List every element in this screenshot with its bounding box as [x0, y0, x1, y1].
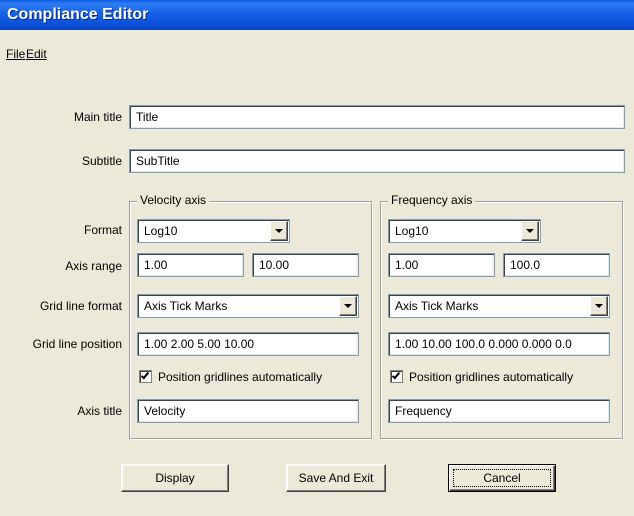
save-and-exit-button[interactable]: Save And Exit [286, 464, 386, 492]
menu-file[interactable]: File [6, 47, 25, 61]
frequency-axis-legend: Frequency axis [388, 193, 476, 207]
grid-line-format-label: Grid line format [39, 299, 122, 313]
frequency-format-value: Log10 [395, 224, 429, 238]
frequency-range-min-input[interactable]: 1.00 [388, 253, 495, 277]
velocity-auto-gridlines-label: Position gridlines automatically [158, 370, 323, 384]
checkmark-icon [140, 370, 150, 380]
display-button[interactable]: Display [121, 464, 229, 492]
save-and-exit-button-label: Save And Exit [298, 471, 374, 485]
velocity-format-value: Log10 [144, 224, 178, 238]
velocity-axis-legend: Velocity axis [137, 193, 210, 207]
menu-bar: File Edit [0, 44, 634, 66]
chevron-down-icon [275, 229, 283, 233]
cancel-button[interactable]: Cancel [448, 464, 556, 492]
velocity-range-max-input[interactable]: 10.00 [252, 253, 359, 277]
frequency-format-select[interactable]: Log10 [388, 219, 541, 243]
grid-line-position-label: Grid line position [32, 337, 122, 351]
display-button-label: Display [155, 471, 195, 485]
subtitle-input[interactable]: SubTitle [129, 149, 625, 173]
velocity-grid-format-value: Axis Tick Marks [144, 299, 228, 313]
velocity-grid-position-input[interactable]: 1.00 2.00 5.00 10.00 [137, 332, 359, 356]
format-label: Format [83, 223, 122, 237]
frequency-grid-format-value: Axis Tick Marks [395, 299, 479, 313]
velocity-axis-title-input[interactable]: Velocity [137, 399, 359, 423]
main-title-input[interactable]: Title [129, 105, 625, 129]
frequency-grid-format-select[interactable]: Axis Tick Marks [388, 294, 610, 318]
velocity-auto-gridlines-checkbox[interactable]: Position gridlines automatically [139, 370, 322, 384]
checkbox-icon [390, 370, 403, 383]
subtitle-label: Subtitle [81, 154, 122, 168]
velocity-range-min-input[interactable]: 1.00 [137, 253, 244, 277]
menu-edit[interactable]: Edit [26, 47, 47, 61]
frequency-grid-format-dropdown-button[interactable] [590, 296, 608, 316]
chevron-down-icon [526, 229, 534, 233]
window-title: Compliance Editor [0, 0, 634, 30]
velocity-format-select[interactable]: Log10 [137, 219, 290, 243]
chevron-down-icon [595, 304, 603, 308]
menu-edit-label: Edit [26, 47, 47, 61]
velocity-format-dropdown-button[interactable] [270, 221, 288, 241]
menu-file-label: File [6, 47, 26, 61]
frequency-auto-gridlines-label: Position gridlines automatically [409, 370, 574, 384]
velocity-grid-format-dropdown-button[interactable] [339, 296, 357, 316]
frequency-range-max-input[interactable]: 100.0 [503, 253, 610, 277]
velocity-grid-format-select[interactable]: Axis Tick Marks [137, 294, 359, 318]
chevron-down-icon [344, 304, 352, 308]
cancel-button-label: Cancel [483, 471, 521, 485]
frequency-format-dropdown-button[interactable] [521, 221, 539, 241]
axis-title-label: Axis title [77, 404, 122, 418]
main-title-label: Main title [73, 110, 122, 124]
checkbox-icon [139, 370, 152, 383]
axis-range-label: Axis range [65, 259, 122, 273]
checkmark-icon [391, 370, 401, 380]
frequency-auto-gridlines-checkbox[interactable]: Position gridlines automatically [390, 370, 573, 384]
frequency-grid-position-input[interactable]: 1.00 10.00 100.0 0.000 0.000 0.0 [388, 332, 610, 356]
frequency-axis-title-input[interactable]: Frequency [388, 399, 610, 423]
